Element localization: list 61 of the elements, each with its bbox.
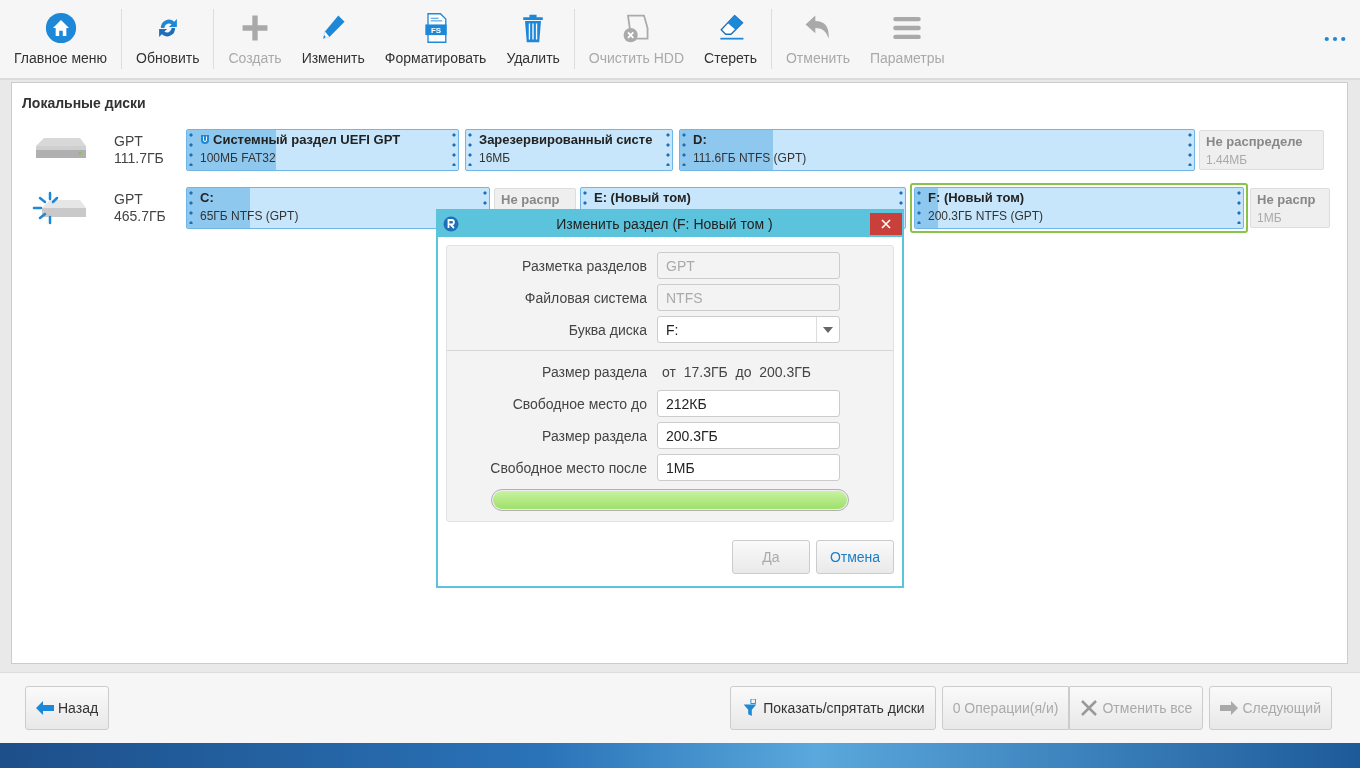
size-range: от 17.3ГБ до 200.3ГБ bbox=[661, 363, 811, 380]
resize-handle[interactable] bbox=[188, 132, 194, 166]
resize-handle[interactable] bbox=[916, 190, 922, 224]
toolbar-button[interactable]: Стереть bbox=[694, 6, 767, 72]
partition-block[interactable]: D: 111.6ГБ NTFS (GPT) bbox=[679, 129, 1195, 171]
partition-name: D: bbox=[693, 132, 707, 147]
partition-block[interactable]: Зарезервированный систе 16МБ bbox=[465, 129, 673, 171]
resize-handle[interactable] bbox=[1187, 132, 1193, 166]
dropdown-field[interactable]: F: bbox=[657, 316, 840, 343]
close-icon bbox=[881, 219, 891, 229]
arrow-left-icon bbox=[36, 699, 54, 717]
caret-icon bbox=[823, 326, 833, 333]
panel-title: Локальные диски bbox=[22, 95, 147, 111]
disk-size: 465.7ГБ bbox=[114, 208, 167, 225]
partition-details: 200.3ГБ NTFS (GPT) bbox=[928, 209, 1044, 223]
field-label: Размер раздела bbox=[541, 427, 648, 444]
field-label: Разметка разделов bbox=[521, 257, 648, 274]
partition-name: E: (Новый том) bbox=[594, 190, 691, 205]
close-button[interactable] bbox=[870, 213, 902, 235]
field-label: Файловая система bbox=[523, 289, 648, 306]
field-label: Размер раздела bbox=[541, 363, 648, 380]
toolbar-button[interactable]: Удалить bbox=[496, 6, 570, 72]
disk-size: 111.7ГБ bbox=[114, 150, 165, 167]
toolbar-button[interactable]: Обновить bbox=[126, 6, 210, 72]
disk-style: GPT bbox=[114, 191, 144, 208]
partition-details: 16МБ bbox=[479, 151, 511, 165]
resize-handle[interactable] bbox=[451, 132, 457, 166]
partition-details: 65ГБ NTFS (GPT) bbox=[200, 209, 299, 223]
resize-handle[interactable] bbox=[665, 132, 671, 166]
partition-details: 111.6ГБ NTFS (GPT) bbox=[693, 151, 807, 165]
toolbar-button[interactable]: Изменить bbox=[291, 6, 375, 72]
disk-style: GPT bbox=[114, 133, 144, 150]
resize-handle[interactable] bbox=[681, 132, 687, 166]
arrow-right-icon bbox=[1220, 699, 1239, 717]
back-button[interactable]: Назад bbox=[25, 686, 110, 730]
partition-block[interactable]: Системный раздел UEFI GPT 100МБ FAT32 bbox=[186, 129, 459, 171]
dialog-button[interactable]: Отмена bbox=[816, 540, 894, 574]
input-field[interactable]: 1МБ bbox=[657, 454, 840, 481]
toolbar-button[interactable]: Главное меню bbox=[4, 6, 118, 72]
resize-handle[interactable] bbox=[1236, 190, 1242, 224]
more-icon[interactable] bbox=[1324, 36, 1346, 42]
home-icon bbox=[44, 12, 77, 44]
resize-handle[interactable] bbox=[467, 132, 473, 166]
toolbar-button[interactable]: FS Форматировать bbox=[374, 6, 497, 72]
close-icon bbox=[1080, 699, 1099, 717]
footer-button[interactable]: Показать/спрятать диски bbox=[730, 686, 936, 730]
logo-icon bbox=[443, 216, 459, 232]
field-label: Свободное место после bbox=[489, 459, 648, 476]
partition-block[interactable]: C: 65ГБ NTFS (GPT) bbox=[186, 187, 490, 229]
partition-name: C: bbox=[200, 190, 214, 205]
partition-name: Зарезервированный систе bbox=[479, 132, 653, 147]
partition-details: 100МБ FAT32 bbox=[200, 151, 276, 165]
field-label: Буква диска bbox=[567, 321, 648, 338]
partition-block[interactable]: F: (Новый том) 200.3ГБ NTFS (GPT) bbox=[914, 187, 1244, 229]
input-field[interactable]: 212КБ bbox=[657, 390, 840, 417]
partition-name: F: (Новый том) bbox=[928, 190, 1025, 205]
partition-name: Системный раздел UEFI GPT bbox=[213, 132, 401, 147]
input-field[interactable]: 200.3ГБ bbox=[657, 422, 840, 449]
resize-handle[interactable] bbox=[188, 190, 194, 224]
field-label: Свободное место до bbox=[511, 395, 648, 412]
shield-icon bbox=[200, 133, 210, 146]
